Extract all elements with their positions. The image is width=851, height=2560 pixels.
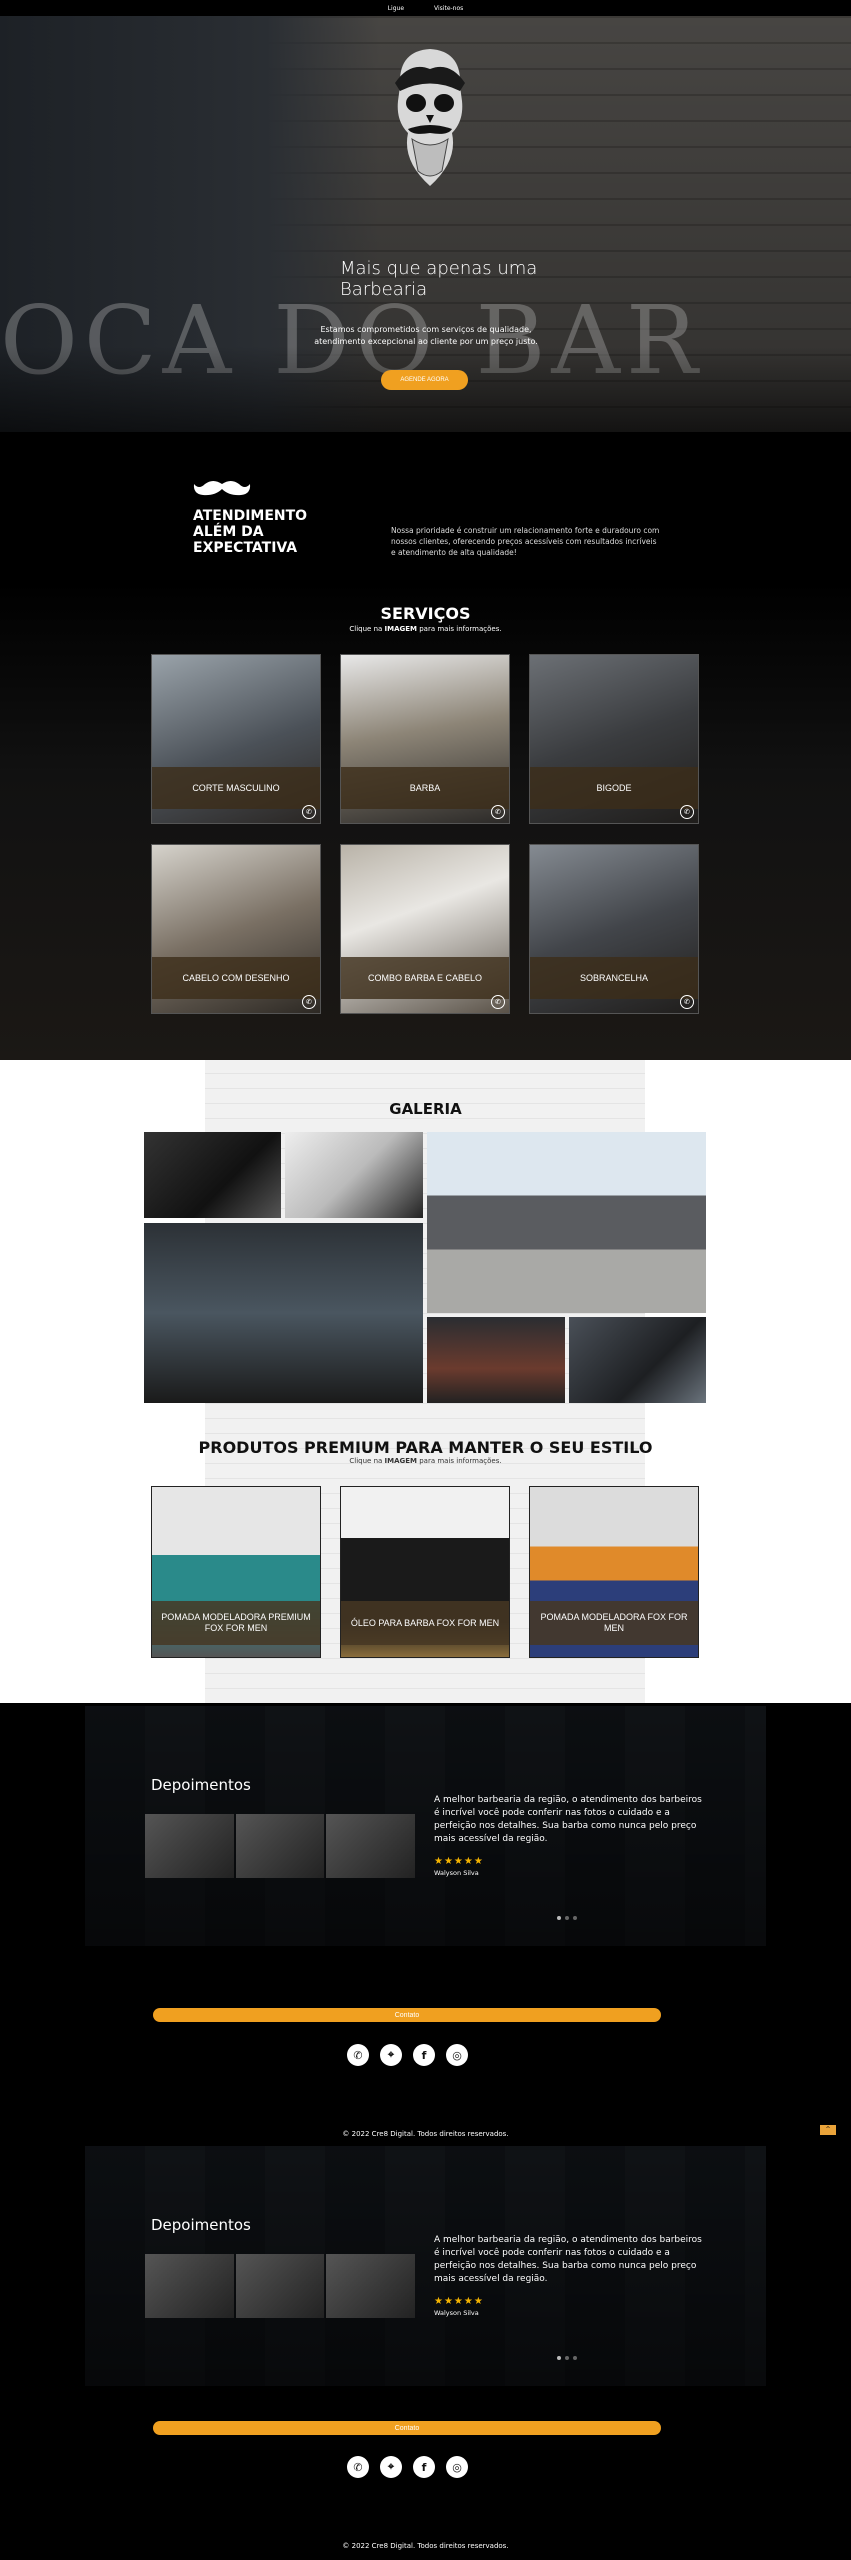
hero-description: Estamos comprometidos com serviços de qu… bbox=[314, 325, 538, 346]
whatsapp-icon[interactable]: ✆ bbox=[491, 805, 505, 819]
social-links: ✆ ⌖ f ◎ bbox=[347, 2044, 468, 2066]
service-label: SOBRANCELHA bbox=[530, 957, 698, 999]
facebook-icon[interactable]: f bbox=[413, 2044, 435, 2066]
hero-section: OCA DO BAR Mais que apenas uma Barbearia… bbox=[0, 16, 851, 432]
instagram-icon[interactable]: ◎ bbox=[446, 2044, 468, 2066]
service-card-bigode[interactable]: BIGODE ✆ bbox=[529, 654, 699, 824]
whatsapp-icon[interactable]: ✆ bbox=[302, 805, 316, 819]
gallery-image-barbers[interactable] bbox=[569, 1317, 706, 1403]
product-card-pomada-premium[interactable]: POMADA MODELADORA PREMIUM FOX FOR MEN bbox=[151, 1486, 321, 1658]
whatsapp-icon[interactable]: ✆ bbox=[347, 2044, 369, 2066]
copyright: © 2022 Cre8 Digital. Todos direitos rese… bbox=[342, 2542, 509, 2550]
hero-title: Mais que apenas uma Barbearia bbox=[340, 258, 538, 300]
testimonials-title: Depoimentos bbox=[151, 1776, 251, 1794]
product-card-pomada[interactable]: POMADA MODELADORA FOX FOR MEN bbox=[529, 1486, 699, 1658]
call-link[interactable]: Ligue bbox=[388, 5, 404, 12]
contact-button[interactable]: Contato bbox=[153, 2008, 661, 2022]
gallery-image-tools[interactable] bbox=[144, 1132, 281, 1218]
rating-stars: ★★★★★ bbox=[434, 1856, 484, 1867]
instagram-icon[interactable]: ◎ bbox=[446, 2456, 468, 2478]
gallery-image-storefront[interactable] bbox=[427, 1132, 706, 1313]
gallery-image-cards[interactable] bbox=[285, 1132, 423, 1218]
scroll-top-button[interactable]: ^ bbox=[820, 2125, 836, 2135]
service-label: CABELO COM DESENHO bbox=[152, 957, 320, 999]
service-card-corte[interactable]: CORTE MASCULINO ✆ bbox=[151, 654, 321, 824]
facebook-icon[interactable]: f bbox=[413, 2456, 435, 2478]
intro-text: Nossa prioridade é construir um relacion… bbox=[391, 526, 660, 557]
mustache-icon bbox=[193, 481, 251, 496]
service-label: COMBO BARBA E CABELO bbox=[341, 957, 509, 999]
service-card-combo[interactable]: COMBO BARBA E CABELO ✆ bbox=[340, 844, 510, 1014]
gallery-image-sign[interactable] bbox=[427, 1317, 565, 1403]
whatsapp-icon[interactable]: ✆ bbox=[302, 995, 316, 1009]
testimonial-author: Walyson Silva bbox=[434, 1869, 479, 1877]
social-links: ✆ ⌖ f ◎ bbox=[347, 2456, 468, 2478]
product-label: POMADA MODELADORA PREMIUM FOX FOR MEN bbox=[152, 1601, 320, 1645]
copyright: © 2022 Cre8 Digital. Todos direitos rese… bbox=[342, 2130, 509, 2138]
testimonials-section: Depoimentos A melhor barbearia da região… bbox=[85, 1706, 766, 1946]
services-section: SERVIÇOS Clique na IMAGEM para mais info… bbox=[0, 582, 851, 1060]
whatsapp-icon[interactable]: ✆ bbox=[680, 805, 694, 819]
intro-section: ATENDIMENTO ALÉM DA EXPECTATIVA Nossa pr… bbox=[0, 432, 851, 582]
service-label: BARBA bbox=[341, 767, 509, 809]
location-icon[interactable]: ⌖ bbox=[380, 2044, 402, 2066]
rating-stars: ★★★★★ bbox=[434, 2296, 484, 2307]
service-label: CORTE MASCULINO bbox=[152, 767, 320, 809]
schedule-button[interactable]: AGENDE AGORA bbox=[381, 370, 468, 390]
gallery-section: GALERIA PRODUTOS PREMIUM PARA MANTER O S… bbox=[0, 1060, 851, 1703]
testimonials-title: Depoimentos bbox=[151, 2216, 251, 2234]
service-label: BIGODE bbox=[530, 767, 698, 809]
testimonial-quote: A melhor barbearia da região, o atendime… bbox=[434, 1795, 702, 1844]
whatsapp-icon[interactable]: ✆ bbox=[680, 995, 694, 1009]
service-card-desenho[interactable]: CABELO COM DESENHO ✆ bbox=[151, 844, 321, 1014]
testimonial-quote: A melhor barbearia da região, o atendime… bbox=[434, 2235, 702, 2284]
services-title: SERVIÇOS bbox=[380, 604, 471, 623]
visit-link[interactable]: Visite-nos bbox=[434, 5, 463, 12]
location-icon[interactable]: ⌖ bbox=[380, 2456, 402, 2478]
testimonial-author: Walyson Silva bbox=[434, 2309, 479, 2317]
product-label: POMADA MODELADORA FOX FOR MEN bbox=[530, 1601, 698, 1645]
products-title: PRODUTOS PREMIUM PARA MANTER O SEU ESTIL… bbox=[198, 1438, 653, 1457]
product-card-oleo[interactable]: ÓLEO PARA BARBA FOX FOR MEN bbox=[340, 1486, 510, 1658]
products-subtitle: Clique na IMAGEM para mais informações. bbox=[349, 1457, 502, 1465]
top-bar: Ligue Visite-nos bbox=[0, 0, 851, 16]
contact-button[interactable]: Contato bbox=[153, 2421, 661, 2435]
carousel-dots[interactable] bbox=[557, 1916, 577, 1920]
service-card-sobrancelha[interactable]: SOBRANCELHA ✆ bbox=[529, 844, 699, 1014]
testimonial-photos bbox=[145, 1814, 416, 1878]
services-grid: CORTE MASCULINO ✆ BARBA ✆ BIGODE ✆ CABEL… bbox=[151, 654, 699, 1014]
services-subtitle: Clique na IMAGEM para mais informações. bbox=[349, 625, 502, 633]
products-grid: POMADA MODELADORA PREMIUM FOX FOR MEN ÓL… bbox=[151, 1486, 701, 1658]
service-card-barba[interactable]: BARBA ✆ bbox=[340, 654, 510, 824]
carousel-dots[interactable] bbox=[557, 2356, 577, 2360]
skull-logo-icon bbox=[395, 49, 465, 186]
gallery-title: GALERIA bbox=[389, 1100, 462, 1118]
whatsapp-icon[interactable]: ✆ bbox=[491, 995, 505, 1009]
intro-heading: ATENDIMENTO ALÉM DA EXPECTATIVA bbox=[193, 508, 308, 556]
testimonials-section: Depoimentos A melhor barbearia da região… bbox=[85, 2146, 766, 2386]
whatsapp-icon[interactable]: ✆ bbox=[347, 2456, 369, 2478]
gallery-image-team[interactable] bbox=[144, 1223, 423, 1403]
product-label: ÓLEO PARA BARBA FOX FOR MEN bbox=[341, 1601, 509, 1645]
testimonial-photos bbox=[145, 2254, 416, 2318]
